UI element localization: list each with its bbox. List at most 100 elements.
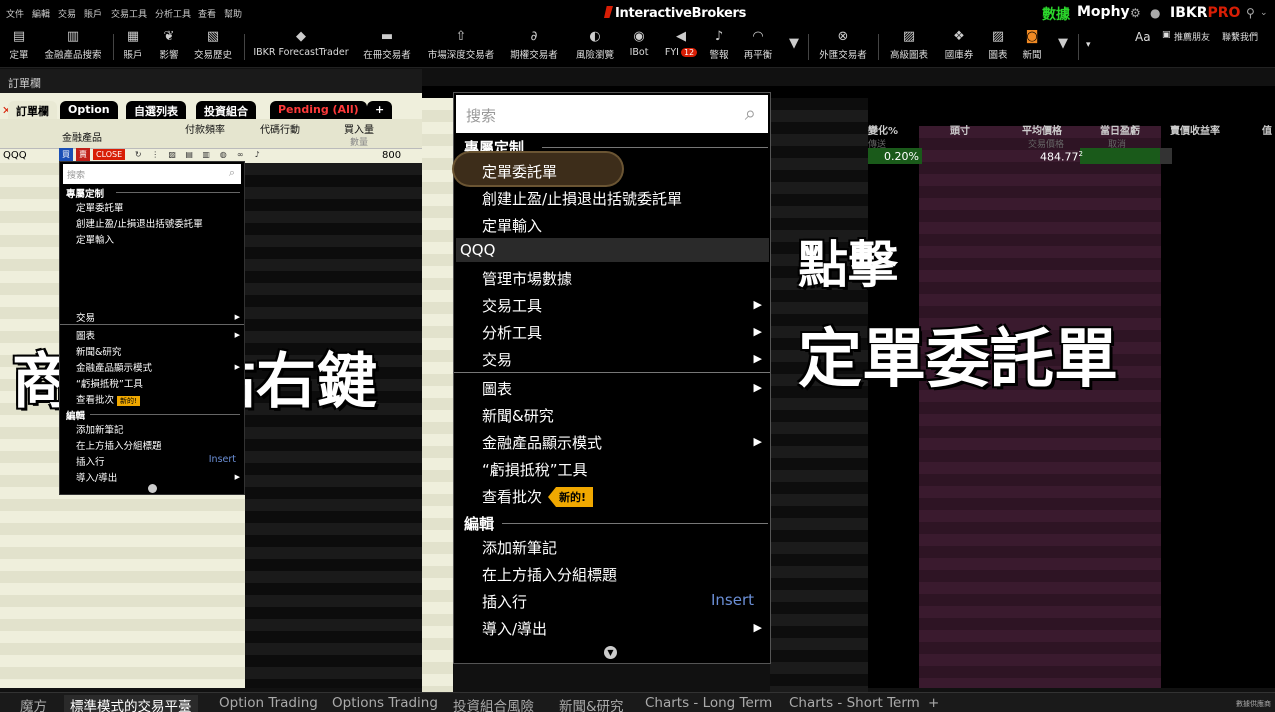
recommend-friend-link[interactable]: 推薦朋友 <box>1174 30 1210 43</box>
toolbar-chart-button[interactable]: ▨ 圖表 <box>986 26 1010 68</box>
menu-item-bracket[interactable]: 創建止盈/止損退出括號委託單 <box>482 188 682 209</box>
tab-pending[interactable]: Pending (All) <box>270 101 367 119</box>
data-label[interactable]: 數據 <box>1042 4 1070 24</box>
scroll-down-icon[interactable]: ▼ <box>604 646 617 659</box>
small-menu-search-input[interactable]: 搜索 ⌕ <box>63 164 241 184</box>
menu-trade[interactable]: 交易 <box>58 7 76 20</box>
toolbar-depth-button[interactable]: ⇧ 市場深度交易者 <box>424 26 498 68</box>
toolbar-search-button[interactable]: ▥ 金融產品搜索 <box>42 26 104 68</box>
tab-watchlist[interactable]: 自選列表 <box>126 101 186 119</box>
menu-edit[interactable]: 編輯 <box>32 7 50 20</box>
big-menu-search-input[interactable]: 搜索 ⌕ <box>456 95 768 133</box>
toolbar-bonds-button[interactable]: ❖ 國庫券 <box>942 26 976 68</box>
menu-item-market-data[interactable]: 管理市場數據 <box>482 268 572 289</box>
menu-item-trade-tools[interactable]: 交易工具 <box>482 295 542 316</box>
layout-tab-charts-long[interactable]: Charts - Long Term <box>645 695 772 711</box>
menu-item-trade[interactable]: 交易 <box>482 349 512 370</box>
toolbar-rebalance-button[interactable]: ◠ 再平衡 <box>741 26 775 68</box>
pin-icon[interactable]: ⚲ <box>1246 6 1255 20</box>
menu-help[interactable]: 幫助 <box>224 7 242 20</box>
menu-item-order[interactable]: 定單委託單 <box>482 161 557 182</box>
column-change-pct[interactable]: 變化% <box>868 122 898 137</box>
user-name[interactable]: Mophy <box>1077 4 1130 20</box>
menu-item-note[interactable]: 添加新筆記 <box>482 537 557 558</box>
toolbar-forecast-button[interactable]: ◆ IBKR ForecastTrader <box>252 26 350 68</box>
menu-item-bracket[interactable]: 創建止盈/止損退出括號委託單 <box>76 216 203 230</box>
table-row[interactable]: 0.20% 484.772 <box>868 148 1275 164</box>
column-value[interactable]: 值 <box>1262 122 1272 137</box>
scroll-down-icon[interactable] <box>148 484 157 493</box>
toolbar-options-button[interactable]: ∂ 期權交易者 <box>508 26 560 68</box>
toolbar-more-dropdown[interactable]: ▼ <box>786 26 800 68</box>
menu-item-import[interactable]: 導入/導出 <box>482 618 547 639</box>
tab-portfolio[interactable]: 投資組合 <box>196 101 256 119</box>
toolbar-more-dropdown-2[interactable]: ▼ <box>1055 26 1069 68</box>
menu-item-chart[interactable]: 圖表 <box>482 378 512 399</box>
menu-analysis-tools[interactable]: 分析工具 <box>155 7 191 20</box>
column-action[interactable]: 代碼行動 <box>260 121 300 136</box>
menu-item-news[interactable]: 新聞&研究 <box>76 344 121 358</box>
toolbar-booktrader-button[interactable]: ▬ 在冊交易者 <box>360 26 414 68</box>
menu-item-batch[interactable]: 查看批次 新的! <box>76 392 140 406</box>
menu-item-tax[interactable]: “虧損抵稅”工具 <box>76 376 143 390</box>
menu-item-entry[interactable]: 定單輸入 <box>482 215 542 236</box>
toolbar-alerts-button[interactable]: ♪ 警報 <box>706 26 732 68</box>
tab-add[interactable]: + <box>367 101 393 119</box>
menu-item-insert[interactable]: 插入行 <box>482 591 527 612</box>
menu-trading-tools[interactable]: 交易工具 <box>111 7 147 20</box>
column-buy-qty[interactable]: 買入量 <box>344 121 374 136</box>
menu-item-group[interactable]: 在上方插入分組標題 <box>76 438 162 452</box>
toolbar-risk-button[interactable]: ◐ 風險瀏覽 <box>573 26 617 68</box>
layout-tab-news[interactable]: 新聞&研究 <box>559 695 624 712</box>
toolbar-options-dropdown-icon[interactable]: ▾ <box>1086 40 1091 50</box>
menu-item-news[interactable]: 新聞&研究 <box>482 405 554 426</box>
column-position[interactable]: 頭寸 <box>950 122 970 137</box>
menu-item-display[interactable]: 金融產品顯示模式 <box>482 432 602 453</box>
settings-gear-icon[interactable]: ⚙ <box>1130 6 1141 20</box>
layout-tab-option-trading[interactable]: Option Trading <box>219 695 318 711</box>
menu-item-entry[interactable]: 定單輸入 <box>76 232 114 246</box>
toolbar-history-button[interactable]: ▧ 交易歷史 <box>191 26 235 68</box>
layout-tab-mosaic[interactable]: 魔方 <box>20 695 47 712</box>
column-ask-yield[interactable]: 賣價收益率 <box>1170 122 1220 137</box>
layout-tab-standard[interactable]: 標準模式的交易平臺 <box>64 695 198 712</box>
menu-item-group[interactable]: 在上方插入分組標題 <box>482 564 617 585</box>
column-avg-price[interactable]: 平均價格 <box>1022 122 1062 137</box>
menu-file[interactable]: 文件 <box>6 7 24 20</box>
menu-item-analysis[interactable]: 分析工具 <box>482 322 542 343</box>
right-column-header: 變化% 頭寸 平均價格 當日盈虧 賣價收益率 值 交易價格 取消 傳送 <box>868 116 1275 150</box>
toolbar-fyi-button[interactable]: ◀ FYI 12 <box>660 26 702 68</box>
toolbar-ibot-button[interactable]: ◉ IBot <box>626 26 652 68</box>
menu-item-batch[interactable]: 查看批次 新的! <box>482 486 594 507</box>
menu-item-order[interactable]: 定單委託單 <box>76 200 124 214</box>
menu-view[interactable]: 查看 <box>198 7 216 20</box>
menu-item-import[interactable]: 導入/導出 <box>76 470 117 484</box>
menu-item-display[interactable]: 金融產品顯示模式 <box>76 360 152 374</box>
column-frequency[interactable]: 付款頻率 <box>185 121 225 136</box>
row-symbol[interactable]: QQQ <box>3 150 27 161</box>
toolbar-account-button[interactable]: ▦ 賬戶 <box>120 26 146 68</box>
contact-us-link[interactable]: 聯繫我們 <box>1222 30 1258 43</box>
toolbar-news-button[interactable]: ◙ 新聞 <box>1020 26 1044 68</box>
row-quantity[interactable]: 800 <box>382 150 401 161</box>
layout-tab-charts-short[interactable]: Charts - Short Term <box>789 695 920 711</box>
lock-icon[interactable]: ● <box>1150 6 1160 20</box>
add-layout-tab-button[interactable]: + <box>928 695 939 711</box>
menu-account[interactable]: 賬戶 <box>84 7 102 20</box>
menu-item-note[interactable]: 添加新筆記 <box>76 422 124 436</box>
dropdown-arrow-icon[interactable]: ⌄ <box>1260 8 1268 18</box>
menu-item-tax[interactable]: “虧損抵稅”工具 <box>482 459 588 480</box>
toolbar-advanced-chart-button[interactable]: ▨ 高級圖表 <box>886 26 932 68</box>
layout-tab-portfolio-risk[interactable]: 投資組合風險 <box>453 695 534 712</box>
menu-item-trade[interactable]: 交易 <box>76 310 95 324</box>
column-daily-pnl[interactable]: 當日盈虧 <box>1100 122 1140 137</box>
font-size-button[interactable]: Aa <box>1135 30 1151 44</box>
menu-item-insert[interactable]: 插入行 <box>76 454 105 468</box>
tab-option[interactable]: Option <box>60 101 118 119</box>
toolbar-impact-button[interactable]: ❦ 影響 <box>156 26 182 68</box>
tab-order-bar[interactable]: 訂單欄 <box>8 101 57 119</box>
menu-item-chart[interactable]: 圖表 <box>76 328 95 342</box>
toolbar-fx-button[interactable]: ⊗ 外匯交易者 <box>816 26 870 68</box>
toolbar-order-button[interactable]: ▤ 定單 <box>5 26 33 68</box>
layout-tab-options-trading[interactable]: Options Trading <box>332 695 438 711</box>
